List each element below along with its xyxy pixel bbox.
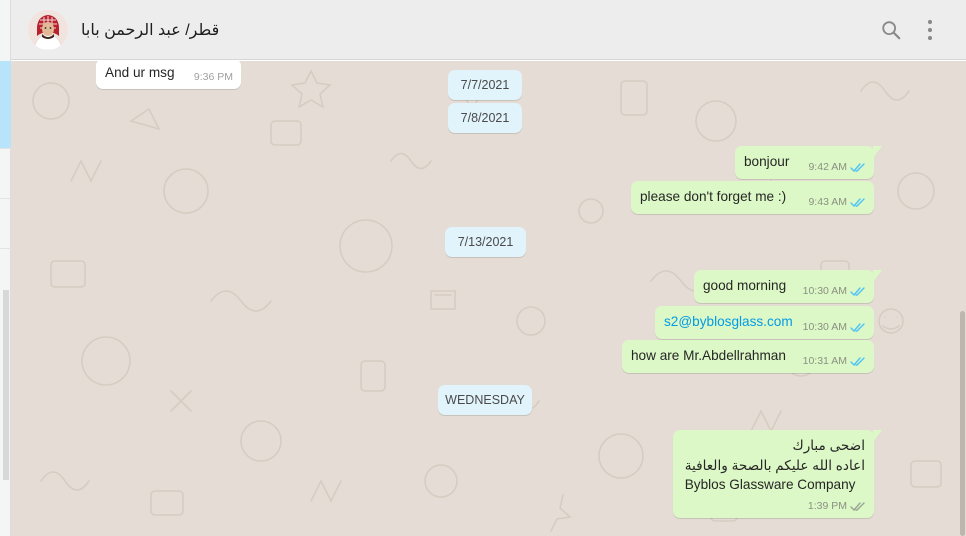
- message-outgoing[interactable]: bonjour 9:42 AM: [735, 146, 882, 179]
- chat-title[interactable]: قطر/ عبد الرحمن بابا: [81, 20, 219, 40]
- message-timestamp: 10:31 AM: [802, 355, 847, 367]
- message-timestamp: 1:39 PM: [807, 500, 847, 512]
- bubble-tail: [873, 430, 882, 442]
- divider: [0, 248, 11, 249]
- message-text: good morning: [703, 278, 787, 293]
- date-divider: 7/13/2021: [445, 227, 526, 257]
- message-outgoing[interactable]: how are Mr.Abdellrahman 10:31 AM: [622, 340, 874, 373]
- avatar-image: [28, 10, 68, 50]
- sidebar-scrollbar[interactable]: [3, 290, 9, 480]
- message-meta: 10:30 AM: [803, 285, 866, 297]
- message-outgoing[interactable]: please don't forget me :) 9:43 AM: [631, 181, 874, 214]
- date-divider: 7/8/2021: [448, 103, 522, 133]
- message-outgoing[interactable]: good morning 10:30 AM: [694, 270, 882, 303]
- date-divider: 7/7/2021: [448, 70, 522, 100]
- message-text: اضحى مبارك اعاده الله عليكم بالصحة والعا…: [685, 436, 865, 495]
- divider: [0, 148, 11, 149]
- read-ticks-icon: [850, 162, 865, 172]
- message-meta: 1:39 PM: [808, 500, 866, 512]
- bubble-tail: [873, 270, 882, 282]
- email-link[interactable]: s2@byblosglass.com: [664, 314, 793, 329]
- read-ticks-icon: [850, 286, 865, 296]
- message-line: اضحى مبارك: [792, 438, 866, 453]
- message-timestamp: 10:30 AM: [802, 321, 847, 333]
- message-meta: 9:42 AM: [808, 161, 866, 173]
- message-text: please don't forget me :): [640, 189, 787, 204]
- message-timestamp: 9:42 AM: [808, 161, 847, 173]
- message-line: Byblos Glassware Company: [684, 477, 856, 492]
- message-meta: 10:30 AM: [803, 321, 866, 333]
- conversation-scrollbar[interactable]: [960, 61, 966, 536]
- message-timestamp: 9:43 AM: [808, 196, 847, 208]
- message-timestamp: 10:30 AM: [802, 285, 847, 297]
- message-meta: 9:43 AM: [808, 196, 866, 208]
- bubble-tail: [873, 146, 882, 158]
- delivered-ticks-icon: [850, 501, 865, 511]
- message-time: 9:36 PM: [194, 71, 233, 83]
- message-text: how are Mr.Abdellrahman: [631, 348, 786, 363]
- divider: [0, 198, 11, 199]
- conversation-panel[interactable]: And ur msg 9:36 PM 7/7/2021 7/8/2021 7/1…: [11, 61, 966, 536]
- read-ticks-icon: [850, 197, 865, 207]
- message-meta: 10:31 AM: [803, 355, 866, 367]
- chat-header[interactable]: قطر/ عبد الرحمن بابا: [11, 0, 966, 60]
- selected-chat-highlight: [0, 61, 11, 148]
- kebab-menu-icon[interactable]: [916, 16, 944, 44]
- message-outgoing[interactable]: s2@byblosglass.com 10:30 AM: [655, 306, 874, 339]
- contact-avatar[interactable]: [28, 10, 68, 50]
- message-text: And ur msg: [105, 65, 175, 80]
- read-ticks-icon: [850, 356, 865, 366]
- message-incoming[interactable]: And ur msg 9:36 PM: [96, 61, 241, 89]
- message-outgoing[interactable]: اضحى مبارك اعاده الله عليكم بالصحة والعا…: [673, 430, 882, 518]
- message-line: اعاده الله عليكم بالصحة والعافية: [684, 457, 865, 473]
- message-timestamp: 9:36 PM: [193, 71, 233, 83]
- chat-list-edge: [0, 0, 11, 536]
- scrollbar-thumb[interactable]: [960, 311, 965, 536]
- search-icon[interactable]: [877, 16, 905, 44]
- date-divider: WEDNESDAY: [438, 385, 532, 415]
- message-text: bonjour: [744, 154, 790, 169]
- read-ticks-icon: [850, 322, 865, 332]
